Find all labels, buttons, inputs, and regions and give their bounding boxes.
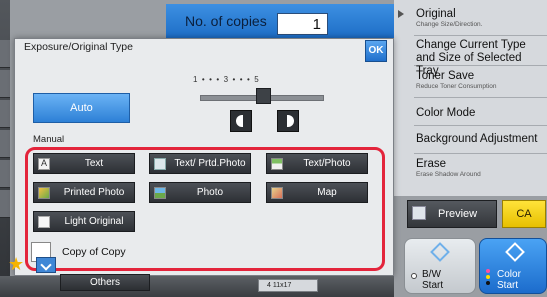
printed-photo-icon (38, 187, 50, 199)
type-button-label: Text/Photo (303, 157, 351, 169)
menu-item-erase[interactable]: Erase Erase Shadow Around (414, 154, 547, 186)
black-dot-icon (486, 281, 490, 285)
text-prtd-photo-button[interactable]: Text/ Prtd.Photo (149, 153, 251, 174)
text-button[interactable]: Text (33, 153, 135, 174)
status-readout: 4 11x17 (258, 279, 318, 292)
type-button-label: Photo (196, 186, 224, 198)
photo-icon (154, 187, 166, 199)
bw-dot-icon (411, 273, 417, 279)
left-tab[interactable] (0, 130, 10, 158)
magenta-dot-icon (486, 269, 490, 273)
left-tab[interactable] (0, 100, 10, 128)
left-tab[interactable] (0, 190, 10, 218)
light-original-icon (38, 216, 50, 228)
menu-item-title: Background Adjustment (416, 133, 538, 145)
expand-arrow-icon (398, 10, 404, 18)
photo-button[interactable]: Photo (149, 182, 251, 203)
dialog-title: Exposure/Original Type (24, 41, 133, 53)
left-tab[interactable] (0, 70, 10, 98)
menu-item-title: Original (416, 8, 456, 20)
manual-label: Manual (33, 134, 65, 145)
printed-photo-button[interactable]: Printed Photo (33, 182, 135, 203)
copies-input[interactable]: 1 (277, 13, 328, 35)
menu-item-subtitle: Change Size/Direction. (416, 21, 483, 28)
menu-item-title: Color Mode (416, 107, 476, 119)
color-start-button[interactable]: Color Start (479, 238, 547, 294)
menu-item-color-mode[interactable]: Color Mode (414, 98, 547, 126)
menu-item-title: Erase (416, 158, 447, 170)
bw-start-label: B/W Start (422, 269, 444, 291)
exposure-scale: 1 • • • 3 • • • 5 (193, 75, 259, 84)
start-diamond-icon (430, 242, 450, 262)
type-button-label: Map (317, 186, 337, 198)
yellow-dot-icon (486, 275, 490, 279)
text-icon (38, 158, 50, 170)
menu-item-subtitle: Erase Shadow Around (416, 171, 481, 178)
type-button-label: Light Original (64, 215, 124, 227)
menu-item-original[interactable]: Original Change Size/Direction. (414, 4, 547, 36)
half-circle-right-icon (287, 115, 294, 127)
map-icon (271, 187, 283, 199)
chevron-down-icon[interactable] (36, 257, 56, 273)
start-diamond-icon (505, 242, 525, 262)
preview-icon (412, 206, 426, 220)
bw-start-button[interactable]: B/W Start (404, 238, 476, 294)
copy-of-copy-label: Copy of Copy (62, 246, 126, 258)
menu-item-tray[interactable]: Change Current Type and Size of Selected… (414, 36, 547, 77)
star-icon[interactable]: ★ (8, 254, 28, 274)
light-original-button[interactable]: Light Original (33, 211, 135, 232)
type-button-label: Text (84, 157, 104, 169)
text-photo-icon (271, 158, 283, 170)
left-tab[interactable] (0, 160, 10, 188)
others-button[interactable]: Others (60, 274, 150, 291)
color-start-label: Color Start (497, 269, 521, 291)
half-circle-left-icon (236, 115, 243, 127)
copies-label: No. of copies (185, 13, 267, 29)
type-button-label: Printed Photo (63, 186, 125, 198)
menu-item-toner-save[interactable]: Toner Save Reduce Toner Consumption (414, 66, 547, 98)
menu-item-background-adjustment[interactable]: Background Adjustment (414, 126, 547, 154)
darker-button[interactable] (277, 110, 299, 132)
printed-photo-icon (154, 158, 166, 170)
menu-item-subtitle: Reduce Toner Consumption (416, 83, 497, 90)
ca-button[interactable]: CA (502, 200, 546, 228)
type-button-label: Text/ Prtd.Photo (174, 157, 246, 169)
exposure-slider-thumb[interactable] (256, 88, 271, 104)
ok-button[interactable]: OK (365, 40, 387, 62)
menu-item-title: Toner Save (416, 70, 475, 82)
map-button[interactable]: Map (266, 182, 368, 203)
text-photo-button[interactable]: Text/Photo (266, 153, 368, 174)
left-side-tabs (0, 0, 10, 297)
left-tab[interactable] (0, 40, 10, 68)
auto-button[interactable]: Auto (33, 93, 130, 123)
lighter-button[interactable] (230, 110, 252, 132)
